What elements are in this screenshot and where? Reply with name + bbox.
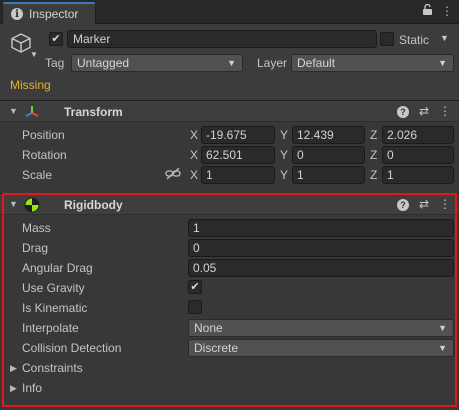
transform-title: Transform [64, 105, 123, 119]
rotation-z-axis: Z [370, 148, 378, 162]
scale-x-axis: X [190, 168, 199, 182]
chevron-down-icon: ▼ [438, 58, 447, 68]
position-x-axis: X [190, 128, 199, 142]
scale-label: Scale [22, 168, 53, 182]
rotation-x-axis: X [190, 148, 199, 162]
gameobject-cube-icon[interactable] [10, 32, 32, 54]
object-name-field[interactable]: Marker [67, 30, 377, 48]
transform-axes-icon [24, 104, 40, 123]
tab-menu-icon[interactable]: ⋮ [441, 4, 453, 19]
position-z-axis: Z [370, 128, 378, 142]
static-dropdown-arrow-icon[interactable]: ▼ [440, 33, 449, 43]
tag-label: Tag [45, 56, 65, 70]
tab-bar: i Inspector ⋮ [0, 0, 459, 24]
constrain-proportions-icon[interactable] [165, 167, 181, 184]
scale-y-field[interactable]: 1 [292, 166, 365, 184]
missing-warning: Missing [10, 78, 51, 92]
active-checkbox[interactable]: ✔ [49, 32, 63, 46]
position-z-field[interactable]: 2.026 [382, 126, 454, 144]
scale-y-axis: Y [280, 168, 289, 182]
fold-open-icon[interactable]: ▼ [9, 106, 18, 116]
position-label: Position [22, 128, 65, 142]
static-checkbox[interactable] [380, 32, 394, 46]
tag-value: Untagged [77, 56, 130, 70]
component-menu-icon[interactable]: ⋮ [439, 104, 451, 118]
gameobject-header: ▼ ✔ Marker Static ▼ Tag Untagged ▼ Layer… [0, 24, 459, 100]
scale-z-axis: Z [370, 168, 378, 182]
position-y-axis: Y [280, 128, 289, 142]
layer-label: Layer [257, 56, 288, 70]
rotation-z-field[interactable]: 0 [382, 146, 454, 164]
tag-dropdown[interactable]: Untagged ▼ [71, 54, 243, 72]
tab-inspector-label: Inspector [29, 7, 79, 21]
layer-value: Default [297, 56, 336, 70]
preset-settings-icon[interactable]: ⇄ [419, 104, 429, 118]
tab-inspector[interactable]: i Inspector [2, 2, 96, 24]
rotation-label: Rotation [22, 148, 67, 162]
static-label: Static [399, 33, 430, 47]
layer-dropdown[interactable]: Default ▼ [291, 54, 454, 72]
help-icon[interactable]: ? [396, 106, 409, 118]
chevron-down-icon: ▼ [227, 58, 236, 68]
info-icon: i [11, 8, 23, 20]
rotation-y-axis: Y [280, 148, 289, 162]
position-y-field[interactable]: 12.439 [292, 126, 365, 144]
rigidbody-highlight-frame [2, 193, 457, 407]
position-x-field[interactable]: -19.675 [201, 126, 275, 144]
icon-dropdown-arrow-icon[interactable]: ▼ [30, 50, 38, 59]
rotation-y-field[interactable]: 0 [292, 146, 365, 164]
transform-header[interactable]: ▼ Transform ? ⇄ ⋮ [0, 100, 459, 122]
rotation-x-field[interactable]: 62.501 [201, 146, 275, 164]
scale-z-field[interactable]: 1 [382, 166, 454, 184]
lock-icon[interactable] [422, 3, 433, 19]
checkmark-icon: ✔ [51, 32, 61, 45]
scale-x-field[interactable]: 1 [201, 166, 275, 184]
